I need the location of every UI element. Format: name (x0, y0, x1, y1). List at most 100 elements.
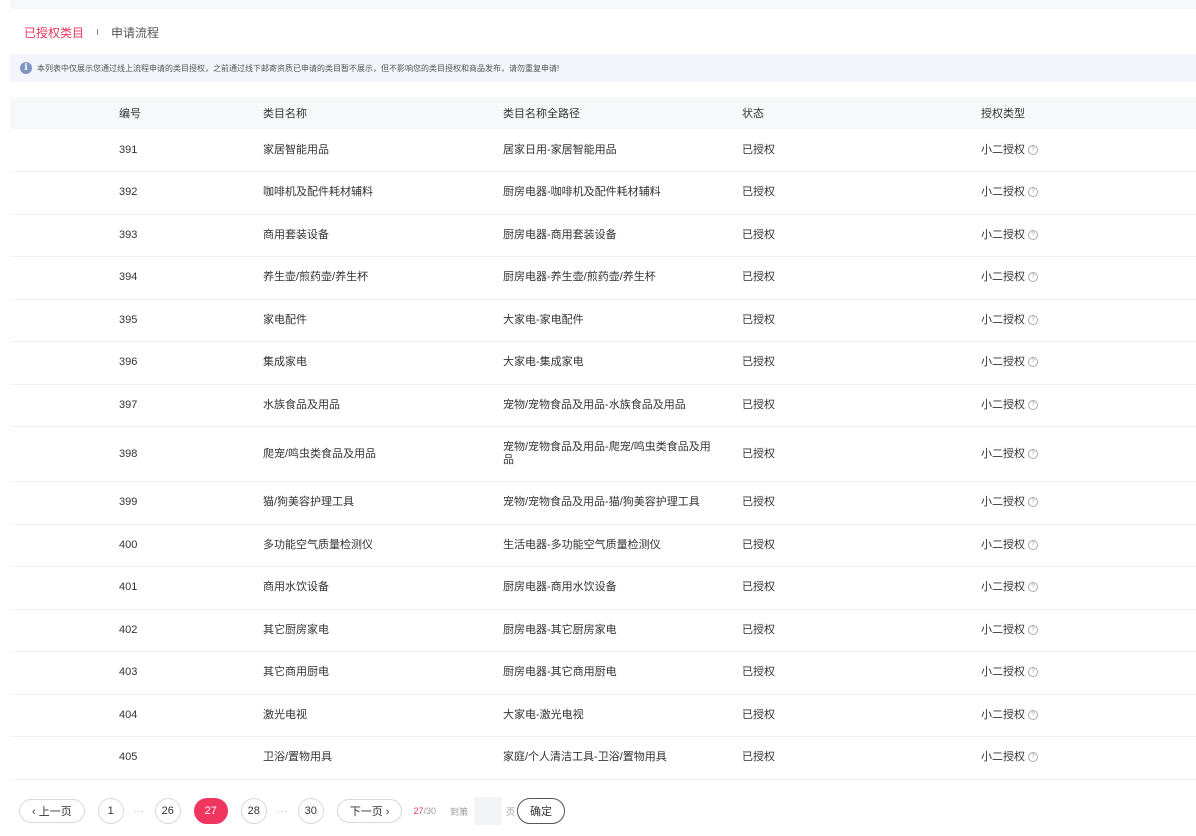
path-text: 居家日用-家居智能用品 (503, 143, 617, 156)
path-text: 大家电-激光电视 (503, 708, 584, 721)
help-icon[interactable]: ? (1028, 272, 1038, 283)
help-icon[interactable]: ? (1028, 448, 1038, 459)
cell-id: 401 (119, 566, 263, 610)
help-icon[interactable]: ? (1028, 752, 1038, 763)
type-text: 小二授权 (981, 751, 1025, 764)
cell-id: 395 (119, 299, 263, 342)
header-id: 编号 (119, 108, 141, 120)
path-text: 厨房电器-养生壶/煎药壶/养生杯 (503, 271, 656, 284)
path-text: 厨房电器-商用水饮设备 (503, 581, 617, 594)
page-26-button[interactable]: 26 (154, 798, 181, 824)
cell-name: 激光电视 (263, 694, 503, 737)
cell-id: 400 (119, 524, 263, 567)
cell-id: 394 (119, 256, 263, 300)
path-text: 厨房电器-其它厨房家电 (503, 623, 617, 636)
cell-id: 397 (119, 384, 263, 427)
path-text: 大家电-集成家电 (503, 356, 584, 369)
top-strip (10, 0, 1196, 9)
cell-name: 商用水饮设备 (263, 566, 503, 610)
path-text: 厨房电器-商用套装设备 (503, 228, 617, 241)
cell-id: 396 (119, 341, 263, 385)
help-icon[interactable]: ? (1028, 497, 1038, 508)
cell-path: 家庭/个人清洁工具-卫浴/置物用具 (503, 736, 742, 780)
page-1-button[interactable]: 1 (97, 798, 124, 824)
help-icon[interactable]: ? (1028, 229, 1038, 240)
table-row: 401 商用水饮设备 厨房电器-商用水饮设备 已授权 小二授权? (10, 566, 1196, 610)
cell-status: 已授权 (742, 129, 981, 172)
header-path: 类目名称全路径 (503, 108, 580, 120)
cell-name: 家电配件 (263, 299, 503, 342)
page-27-button[interactable]: 27 (193, 798, 228, 824)
cell-path: 大家电-集成家电 (503, 341, 742, 385)
tab-bar: 已授权类目 申请流程 (24, 22, 159, 42)
cell-type: 小二授权? (981, 566, 1196, 610)
cell-name: 咖啡机及配件耗材辅料 (263, 171, 503, 215)
table-header: 编号 类目名称 类目名称全路径 状态 授权类型 (10, 97, 1196, 129)
help-icon[interactable]: ? (1028, 399, 1038, 410)
total-pages: /30 (423, 806, 436, 816)
cell-type: 小二授权? (981, 299, 1196, 342)
type-text: 小二授权 (981, 143, 1025, 156)
cell-path: 宠物/宠物食品及用品-水族食品及用品 (503, 384, 742, 427)
help-icon[interactable]: ? (1028, 709, 1038, 720)
cell-status: 已授权 (742, 609, 981, 652)
cell-name: 其它商用厨电 (263, 651, 503, 695)
confirm-button[interactable]: 确定 (517, 798, 566, 824)
help-icon[interactable]: ? (1028, 539, 1038, 550)
cell-status: 已授权 (742, 171, 981, 215)
cell-type: 小二授权? (981, 609, 1196, 652)
help-icon[interactable]: ? (1028, 667, 1038, 678)
page-unit-label: 页 (506, 806, 516, 817)
table-row: 396 集成家电 大家电-集成家电 已授权 小二授权? (10, 341, 1196, 385)
help-icon[interactable]: ? (1028, 582, 1038, 593)
cell-status: 已授权 (742, 384, 981, 427)
cell-status: 已授权 (742, 524, 981, 567)
cell-type: 小二授权? (981, 651, 1196, 695)
page-28-button[interactable]: 28 (240, 798, 267, 824)
cell-name: 集成家电 (263, 341, 503, 385)
cell-status: 已授权 (742, 341, 981, 385)
type-text: 小二授权 (981, 228, 1025, 241)
cell-path: 厨房电器-咖啡机及配件耗材辅料 (503, 171, 742, 215)
cell-name: 商用套装设备 (263, 214, 503, 257)
cell-id: 399 (119, 481, 263, 525)
table-row: 399 猫/狗美容护理工具 宠物/宠物食品及用品-猫/狗美容护理工具 已授权 小二授权? (10, 481, 1196, 525)
path-text: 厨房电器-咖啡机及配件耗材辅料 (503, 186, 661, 199)
cell-status: 已授权 (742, 426, 981, 482)
cell-path: 厨房电器-其它厨房家电 (503, 609, 742, 652)
notice-text: 本列表中仅展示您通过线上流程申请的类目授权，之前通过线下邮寄资质已申请的类目暂不… (37, 63, 560, 73)
table-row: 391 家居智能用品 居家日用-家居智能用品 已授权 小二授权? (10, 129, 1196, 172)
help-icon[interactable]: ? (1028, 187, 1038, 198)
type-text: 小二授权 (981, 538, 1025, 551)
path-text: 宠物/宠物食品及用品-水族食品及用品 (503, 398, 686, 411)
cell-path: 居家日用-家居智能用品 (503, 129, 742, 172)
goto-label: 到第 (450, 806, 469, 817)
tab-application-process[interactable]: 申请流程 (111, 24, 159, 41)
path-text: 厨房电器-其它商用厨电 (503, 666, 617, 679)
cell-path: 厨房电器-商用套装设备 (503, 214, 742, 257)
cell-path: 宠物/宠物食品及用品-猫/狗美容护理工具 (503, 481, 742, 525)
help-icon[interactable]: ? (1028, 314, 1038, 325)
cell-id: 391 (119, 129, 263, 172)
cell-status: 已授权 (742, 256, 981, 300)
help-icon[interactable]: ? (1028, 624, 1038, 635)
cell-type: 小二授权? (981, 214, 1196, 257)
page-30-button[interactable]: 30 (297, 798, 324, 824)
tab-authorized-categories[interactable]: 已授权类目 (24, 24, 84, 41)
type-text: 小二授权 (981, 356, 1025, 369)
next-page-button[interactable]: 下一页 › (336, 799, 403, 823)
header-status: 状态 (742, 108, 764, 120)
cell-path: 大家电-激光电视 (503, 694, 742, 737)
pager-ellipsis: ··· (133, 806, 145, 816)
cell-path: 厨房电器-其它商用厨电 (503, 651, 742, 695)
table-row: 402 其它厨房家电 厨房电器-其它厨房家电 已授权 小二授权? (10, 609, 1196, 652)
cell-id: 404 (119, 694, 263, 737)
prev-page-button[interactable]: ‹ 上一页 (19, 799, 85, 823)
table-row: 397 水族食品及用品 宠物/宠物食品及用品-水族食品及用品 已授权 小二授权? (10, 384, 1196, 427)
header-name: 类目名称 (263, 108, 307, 120)
goto-page-input[interactable] (474, 797, 503, 825)
table-row: 404 激光电视 大家电-激光电视 已授权 小二授权? (10, 694, 1196, 737)
help-icon[interactable]: ? (1028, 357, 1038, 368)
cell-type: 小二授权? (981, 171, 1196, 215)
help-icon[interactable]: ? (1028, 144, 1038, 155)
